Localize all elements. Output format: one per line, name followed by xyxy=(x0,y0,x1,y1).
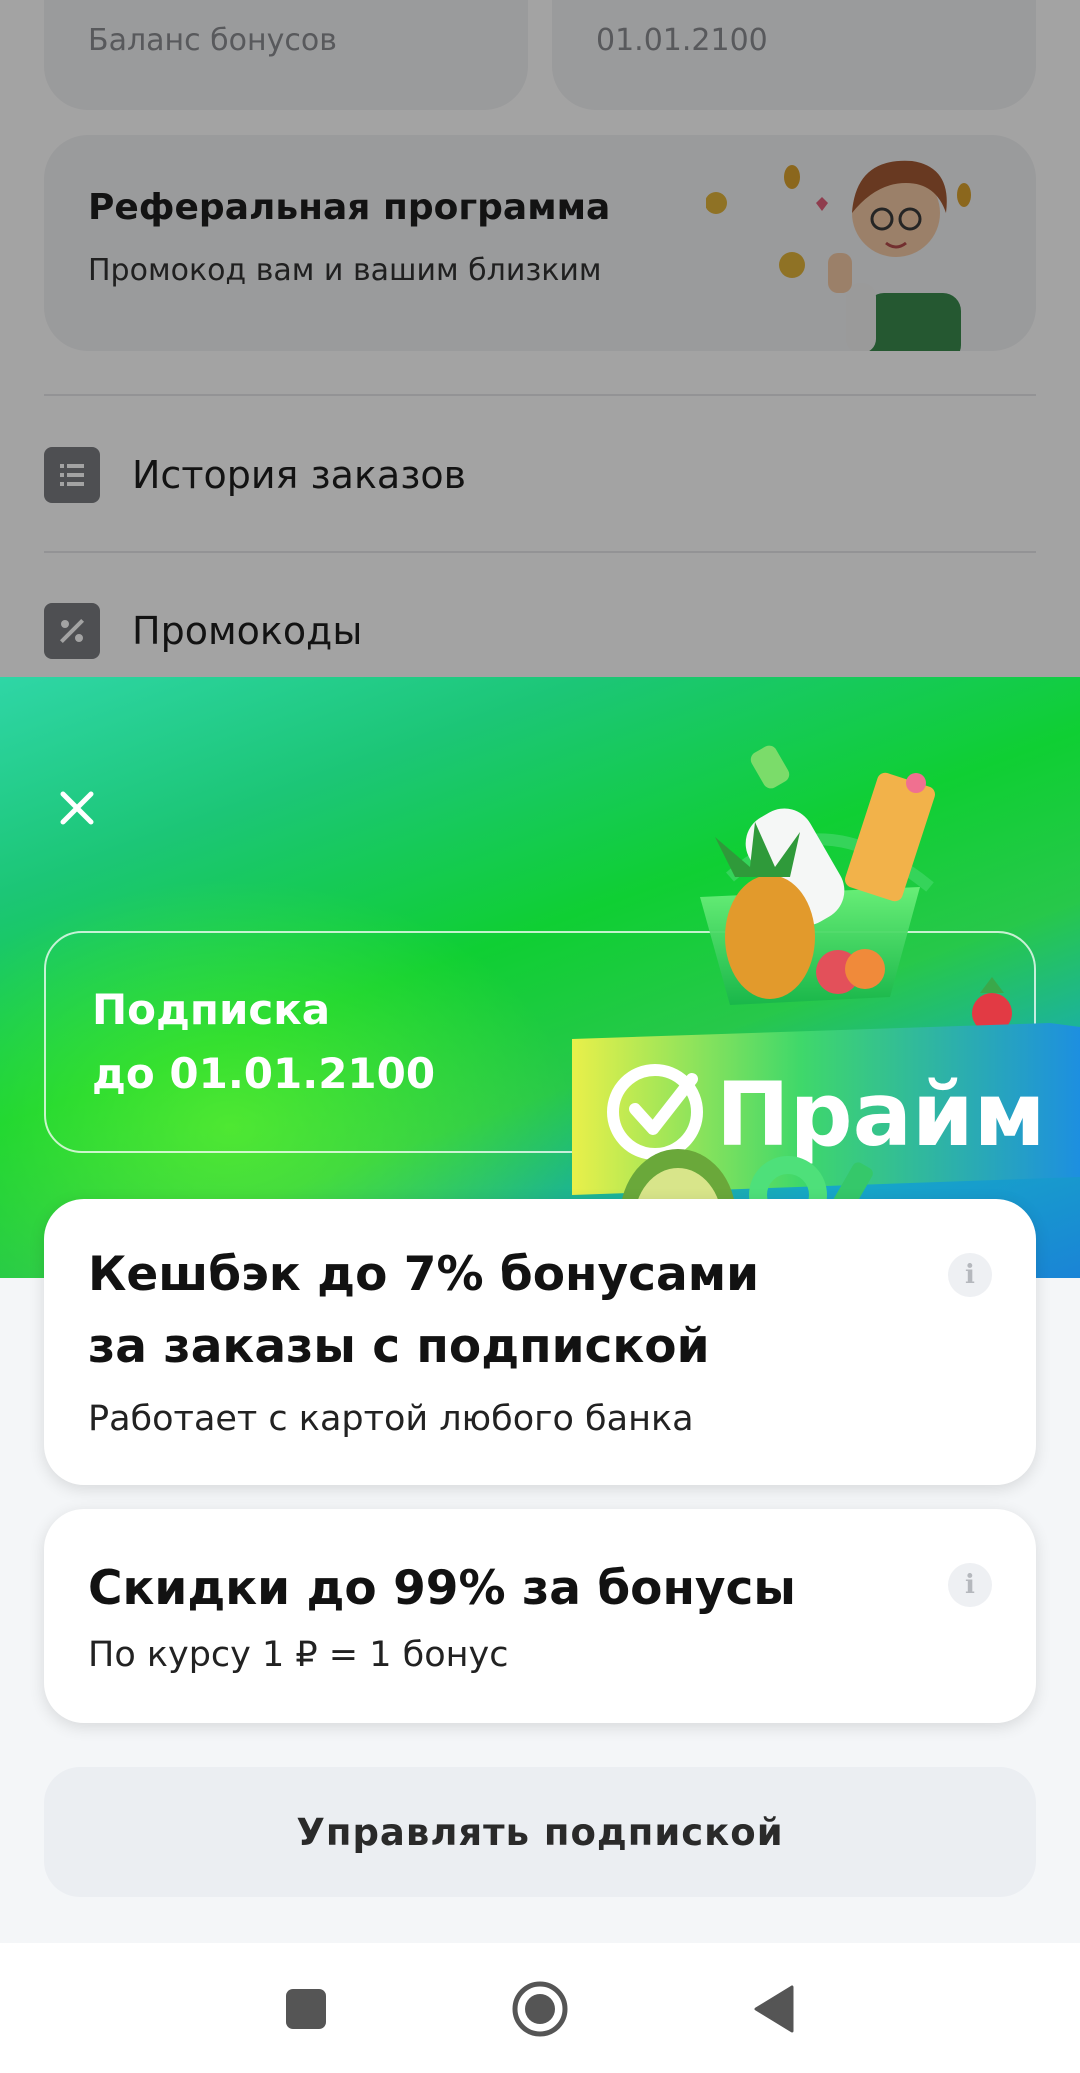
home-button[interactable] xyxy=(510,1979,570,2039)
prime-hero-banner: Подписка до 01.01.2100 Прайм xyxy=(0,677,1080,1278)
manage-subscription-button[interactable]: Управлять подпиской xyxy=(44,1767,1036,1897)
prime-subscription-sheet: Подписка до 01.01.2100 Прайм Кешбэк до 7… xyxy=(0,677,1080,1943)
system-navigation-bar xyxy=(0,1943,1080,2073)
cashback-info-card[interactable]: Кешбэк до 7% бонусами за заказы с подпис… xyxy=(44,1199,1036,1485)
modal-scrim[interactable] xyxy=(0,0,1080,677)
discount-title: Скидки до 99% за бонусы xyxy=(88,1561,796,1616)
info-icon[interactable]: i xyxy=(948,1563,992,1607)
recents-button[interactable] xyxy=(276,1979,336,2039)
back-triangle-icon xyxy=(754,1985,794,2033)
close-icon xyxy=(60,791,94,825)
cashback-title-line1: Кешбэк до 7% бонусами xyxy=(88,1247,760,1302)
prime-logo-illustration: Прайм xyxy=(572,745,1080,1278)
back-button[interactable] xyxy=(744,1979,804,2039)
svg-text:Прайм: Прайм xyxy=(716,1063,1046,1166)
cashback-title-line2: за заказы с подпиской xyxy=(88,1319,710,1374)
square-icon xyxy=(286,1989,326,2029)
home-circle-icon xyxy=(512,1981,568,2037)
subscription-label: Подписка xyxy=(92,985,331,1034)
info-icon[interactable]: i xyxy=(948,1253,992,1297)
discount-info-card[interactable]: Скидки до 99% за бонусы По курсу 1 ₽ = 1… xyxy=(44,1509,1036,1723)
profile-page-background: Баланс бонусов 01.01.2100 Реферальная пр… xyxy=(0,0,1080,677)
discount-subtitle: По курсу 1 ₽ = 1 бонус xyxy=(88,1635,509,1675)
close-button[interactable] xyxy=(50,781,104,835)
cashback-subtitle: Работает с картой любого банка xyxy=(88,1399,694,1439)
subscription-expiry: до 01.01.2100 xyxy=(92,1049,436,1098)
